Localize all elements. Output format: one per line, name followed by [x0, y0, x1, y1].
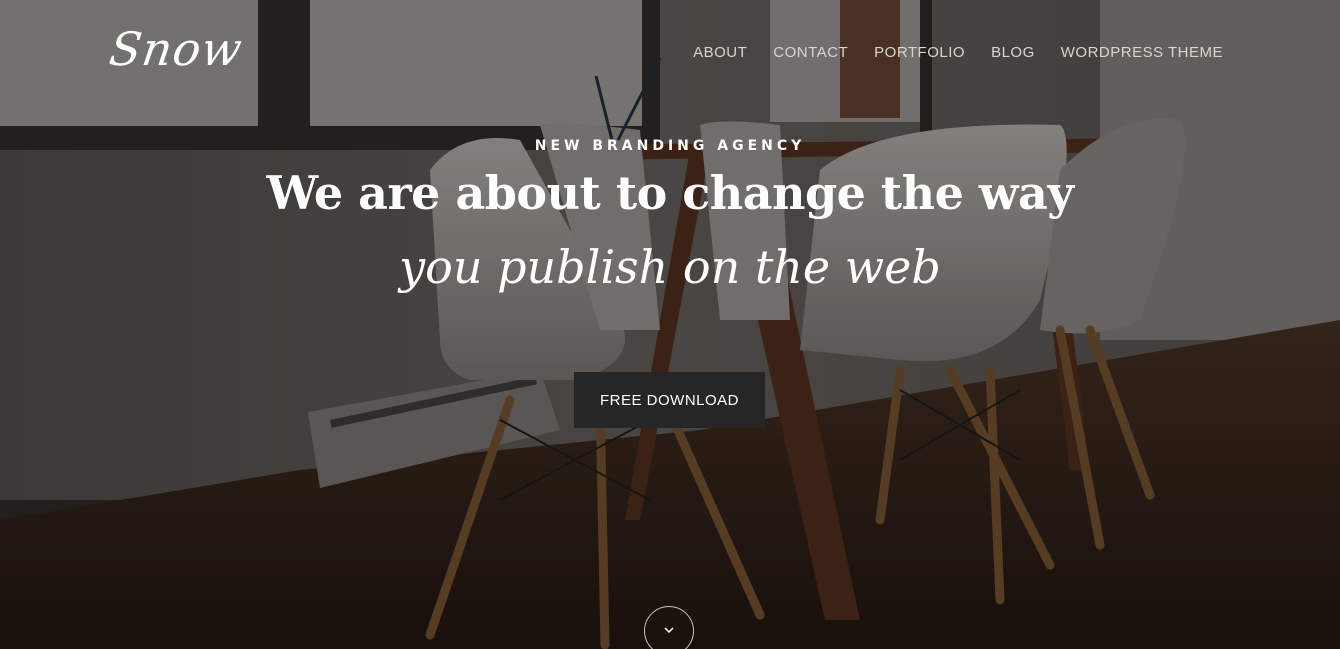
nav-item-blog[interactable]: BLOG [991, 44, 1035, 61]
free-download-button[interactable]: FREE DOWNLOAD [574, 372, 765, 428]
nav-item-contact[interactable]: CONTACT [773, 44, 848, 61]
scroll-down-button[interactable] [644, 606, 694, 649]
site-logo[interactable]: Snow [106, 22, 246, 76]
main-nav: ABOUT CONTACT PORTFOLIO BLOG WORDPRESS T… [693, 44, 1223, 61]
hero-headline: We are about to change the way [266, 166, 1074, 220]
nav-item-about[interactable]: ABOUT [693, 44, 747, 61]
hero-section: Snow ABOUT CONTACT PORTFOLIO BLOG WORDPR… [0, 0, 1340, 649]
nav-item-portfolio[interactable]: PORTFOLIO [874, 44, 965, 61]
dark-overlay [0, 0, 1340, 649]
chevron-down-icon [664, 627, 674, 634]
nav-item-wordpress-theme[interactable]: WORDPRESS THEME [1061, 44, 1223, 61]
hero-subheadline: you publish on the web [399, 240, 941, 294]
hero-eyebrow: NEW BRANDING AGENCY [534, 138, 806, 154]
